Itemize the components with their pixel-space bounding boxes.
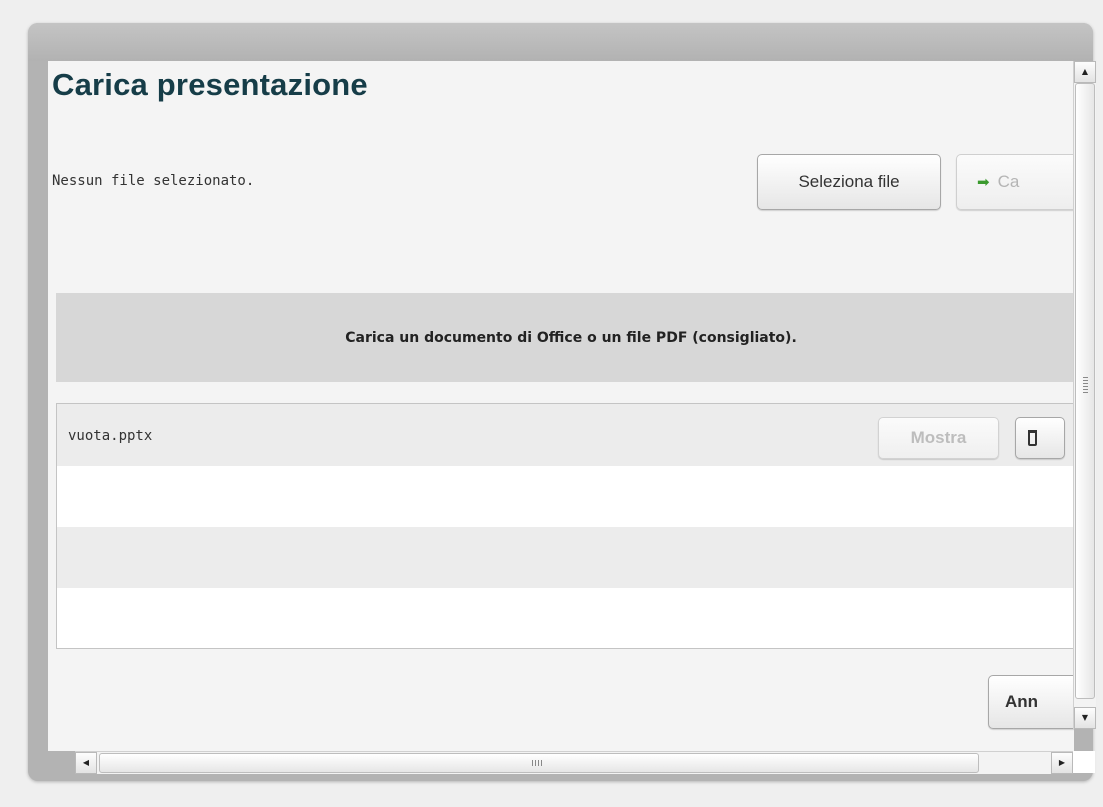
upload-label: Ca: [997, 172, 1020, 191]
trash-icon: [1028, 430, 1037, 446]
select-file-label: Seleziona file: [798, 172, 900, 191]
select-file-button[interactable]: Seleziona file: [757, 154, 941, 210]
list-item[interactable]: vuota.pptx Mostra: [57, 404, 1074, 466]
grip-icon: [532, 760, 544, 766]
grip-icon: [1083, 377, 1088, 393]
dialog-titlebar[interactable]: [28, 23, 1093, 61]
upload-dialog: Carica presentazione Nessun file selezio…: [28, 23, 1096, 781]
horizontal-scrollbar[interactable]: ◀ ▶: [75, 751, 1073, 774]
scroll-up-button[interactable]: ▲: [1074, 61, 1096, 83]
scroll-right-button[interactable]: ▶: [1051, 752, 1073, 774]
arrow-right-icon: ➡: [977, 174, 990, 191]
vertical-scrollbar[interactable]: ▲ ▼: [1073, 61, 1096, 729]
horizontal-scroll-thumb[interactable]: [99, 753, 979, 773]
file-list: vuota.pptx Mostra: [56, 403, 1074, 649]
upload-button[interactable]: ➡ Ca: [956, 154, 1074, 210]
delete-button[interactable]: [1015, 417, 1065, 459]
dialog-content: Carica presentazione Nessun file selezio…: [48, 61, 1074, 751]
triangle-right-icon: ▶: [1058, 758, 1066, 767]
scroll-down-button[interactable]: ▼: [1074, 707, 1096, 729]
list-item: [57, 588, 1074, 649]
info-text: Carica un documento di Office o un file …: [345, 329, 797, 346]
show-label: Mostra: [910, 428, 967, 447]
list-item: [57, 466, 1074, 527]
cancel-button[interactable]: Ann: [988, 675, 1074, 729]
cancel-label: Ann: [1005, 692, 1039, 711]
scroll-left-button[interactable]: ◀: [75, 752, 97, 774]
file-name: vuota.pptx: [68, 428, 153, 444]
list-item: [57, 527, 1074, 588]
file-status-text: Nessun file selezionato.: [52, 173, 255, 189]
vertical-scroll-thumb[interactable]: [1075, 83, 1095, 699]
triangle-up-icon: ▲: [1081, 67, 1089, 76]
page-title: Carica presentazione: [52, 67, 368, 102]
scrollbar-corner: [1073, 751, 1095, 773]
info-banner: Carica un documento di Office o un file …: [56, 293, 1074, 382]
triangle-down-icon: ▼: [1081, 713, 1089, 722]
triangle-left-icon: ◀: [82, 758, 90, 767]
show-button[interactable]: Mostra: [878, 417, 999, 459]
